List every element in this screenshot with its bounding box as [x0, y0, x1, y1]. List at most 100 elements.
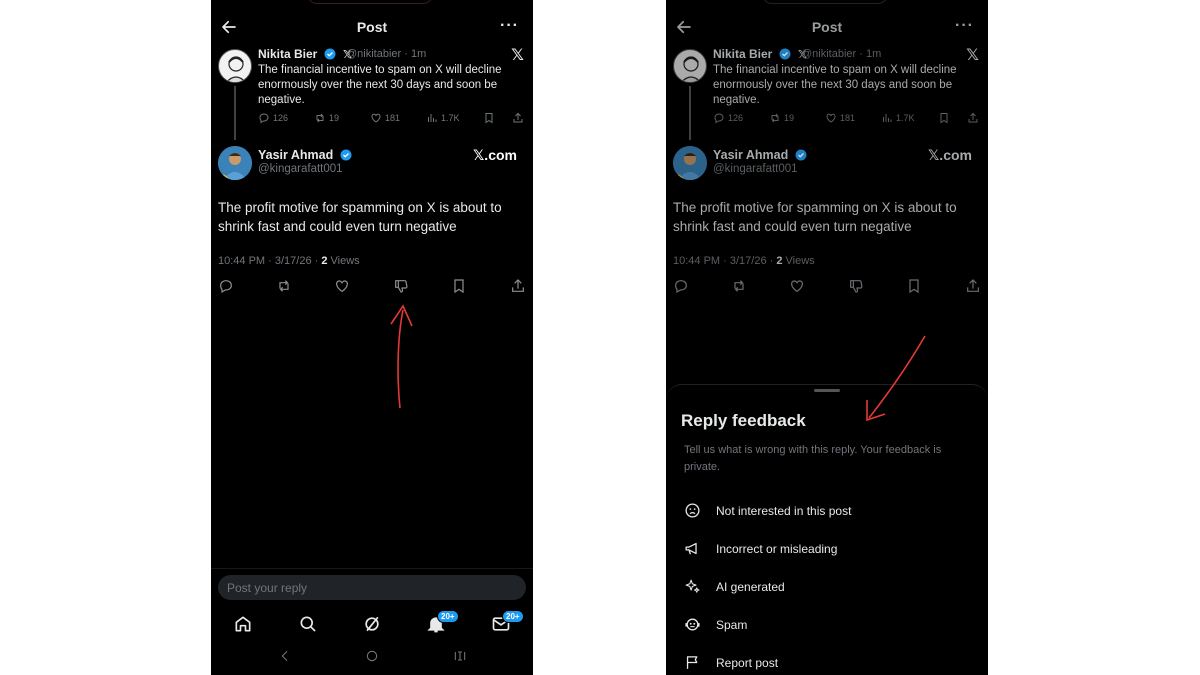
avatar-yasir[interactable] — [218, 146, 252, 180]
views-chart-icon — [428, 114, 437, 122]
bottom-navigation: 20+ 20+ — [211, 610, 533, 638]
reply-post-text[interactable]: The profit motive for spamming on X is a… — [673, 198, 973, 236]
like-button[interactable] — [334, 278, 350, 294]
share-button[interactable] — [967, 112, 979, 124]
repost-count[interactable]: 19 — [314, 112, 339, 124]
avatar-yasir[interactable] — [673, 146, 707, 180]
quoted-post-text[interactable]: The financial incentive to spam on X wil… — [258, 63, 524, 108]
quoted-post-text[interactable]: The financial incentive to spam on X wil… — [713, 63, 979, 108]
search-icon — [300, 616, 316, 632]
bookmark-button[interactable] — [483, 112, 495, 124]
quoted-handle: @nikitabier · 1m — [801, 48, 882, 60]
reply-icon — [675, 280, 687, 294]
thumbs-down-icon — [850, 280, 863, 293]
repost-icon — [734, 280, 744, 292]
repost-button[interactable] — [276, 278, 292, 294]
repost-count[interactable]: 19 — [769, 112, 794, 124]
bookmark-button[interactable] — [938, 112, 950, 124]
thread-connector — [234, 86, 236, 140]
reply-count[interactable]: 126 — [258, 112, 288, 124]
option-label: Spam — [716, 618, 748, 632]
grok-nav-button[interactable] — [362, 614, 382, 634]
reply-input[interactable] — [218, 575, 526, 600]
thumbs-down-icon — [395, 280, 408, 293]
bookmark-button[interactable] — [906, 278, 922, 294]
heart-icon — [371, 113, 381, 123]
dislike-button[interactable] — [393, 278, 409, 294]
more-options-icon[interactable]: ··· — [500, 17, 519, 35]
reply-author[interactable]: Yasir Ahmad — [713, 148, 807, 162]
reply-handle: @kingarafatt001 — [258, 163, 343, 175]
notifications-badge: 20+ — [437, 610, 459, 623]
share-button[interactable] — [512, 112, 524, 124]
dislike-button[interactable] — [848, 278, 864, 294]
x-logo-icon: 𝕏 — [966, 47, 979, 64]
reply-button[interactable] — [218, 278, 234, 294]
views-label: Views — [782, 255, 815, 267]
reply-icon — [259, 113, 269, 124]
quoted-post-stats: 126 19 181 1.7K — [258, 112, 530, 128]
reply-author-name: Yasir Ahmad — [258, 148, 334, 162]
option-not-interested[interactable]: Not interested in this post — [666, 495, 988, 525]
reply-icon — [220, 280, 232, 294]
like-count-label: 181 — [385, 113, 401, 123]
repost-button[interactable] — [731, 278, 747, 294]
bookmark-icon — [485, 113, 493, 124]
reply-post-text[interactable]: The profit motive for spamming on X is a… — [218, 198, 518, 236]
option-label: Not interested in this post — [716, 504, 852, 518]
bookmark-button[interactable] — [451, 278, 467, 294]
share-icon — [513, 112, 523, 123]
sheet-drag-handle[interactable] — [814, 389, 840, 392]
notifications-nav-button[interactable]: 20+ — [426, 610, 459, 634]
share-button[interactable] — [510, 278, 526, 294]
repost-icon — [316, 113, 324, 123]
like-count[interactable]: 181 — [370, 112, 400, 124]
views-label: Views — [327, 255, 360, 267]
repost-count-label: 19 — [329, 113, 340, 123]
quoted-author[interactable]: Nikita Bier 𝕏 — [258, 47, 352, 61]
messages-nav-button[interactable]: 20+ — [491, 610, 524, 634]
system-recents-icon[interactable] — [452, 648, 468, 664]
system-back-icon[interactable] — [277, 648, 293, 664]
reply-button[interactable] — [673, 278, 689, 294]
avatar-nikita[interactable] — [673, 49, 707, 83]
reply-composer[interactable] — [218, 575, 526, 600]
sparkle-icon — [684, 578, 701, 595]
bookmark-icon — [940, 113, 948, 124]
home-icon — [235, 616, 251, 632]
option-ai-generated[interactable]: AI generated — [666, 571, 988, 601]
reply-count[interactable]: 126 — [713, 112, 743, 124]
share-button[interactable] — [965, 278, 981, 294]
system-home-icon[interactable] — [364, 648, 380, 664]
option-incorrect-misleading[interactable]: Incorrect or misleading — [666, 533, 988, 563]
home-nav-button[interactable] — [233, 614, 253, 634]
source-label: 𝕏.com — [473, 147, 517, 163]
phone-screen-left: Post ··· Nikita Bier 𝕏 @nikitabier · 1m … — [211, 0, 533, 675]
share-icon — [968, 112, 978, 123]
quoted-handle: @nikitabier · 1m — [346, 48, 427, 60]
quoted-author[interactable]: Nikita Bier 𝕏 — [713, 47, 807, 61]
option-label: Report post — [716, 656, 779, 670]
verified-badge-icon — [324, 48, 336, 60]
like-button[interactable] — [789, 278, 805, 294]
flag-icon — [684, 654, 701, 671]
post-timestamp: 10:44 PM · 3/17/26 · — [218, 255, 322, 267]
system-navigation — [211, 648, 533, 666]
views-chart-icon — [883, 114, 892, 122]
heart-icon — [791, 280, 803, 293]
view-count[interactable]: 1.7K — [881, 112, 915, 124]
more-options-icon[interactable]: ··· — [955, 17, 974, 35]
reply-author[interactable]: Yasir Ahmad — [258, 148, 352, 162]
view-count[interactable]: 1.7K — [426, 112, 460, 124]
avatar-nikita[interactable] — [218, 49, 252, 83]
robot-icon — [684, 616, 701, 633]
reply-author-name: Yasir Ahmad — [713, 148, 789, 162]
like-count[interactable]: 181 — [825, 112, 855, 124]
share-icon — [967, 279, 979, 292]
option-label: Incorrect or misleading — [716, 542, 838, 556]
option-report-post[interactable]: Report post — [666, 647, 988, 675]
search-nav-button[interactable] — [298, 614, 318, 634]
view-count-label: 1.7K — [441, 113, 460, 123]
option-spam[interactable]: Spam — [666, 609, 988, 639]
view-count-label: 1.7K — [896, 113, 915, 123]
